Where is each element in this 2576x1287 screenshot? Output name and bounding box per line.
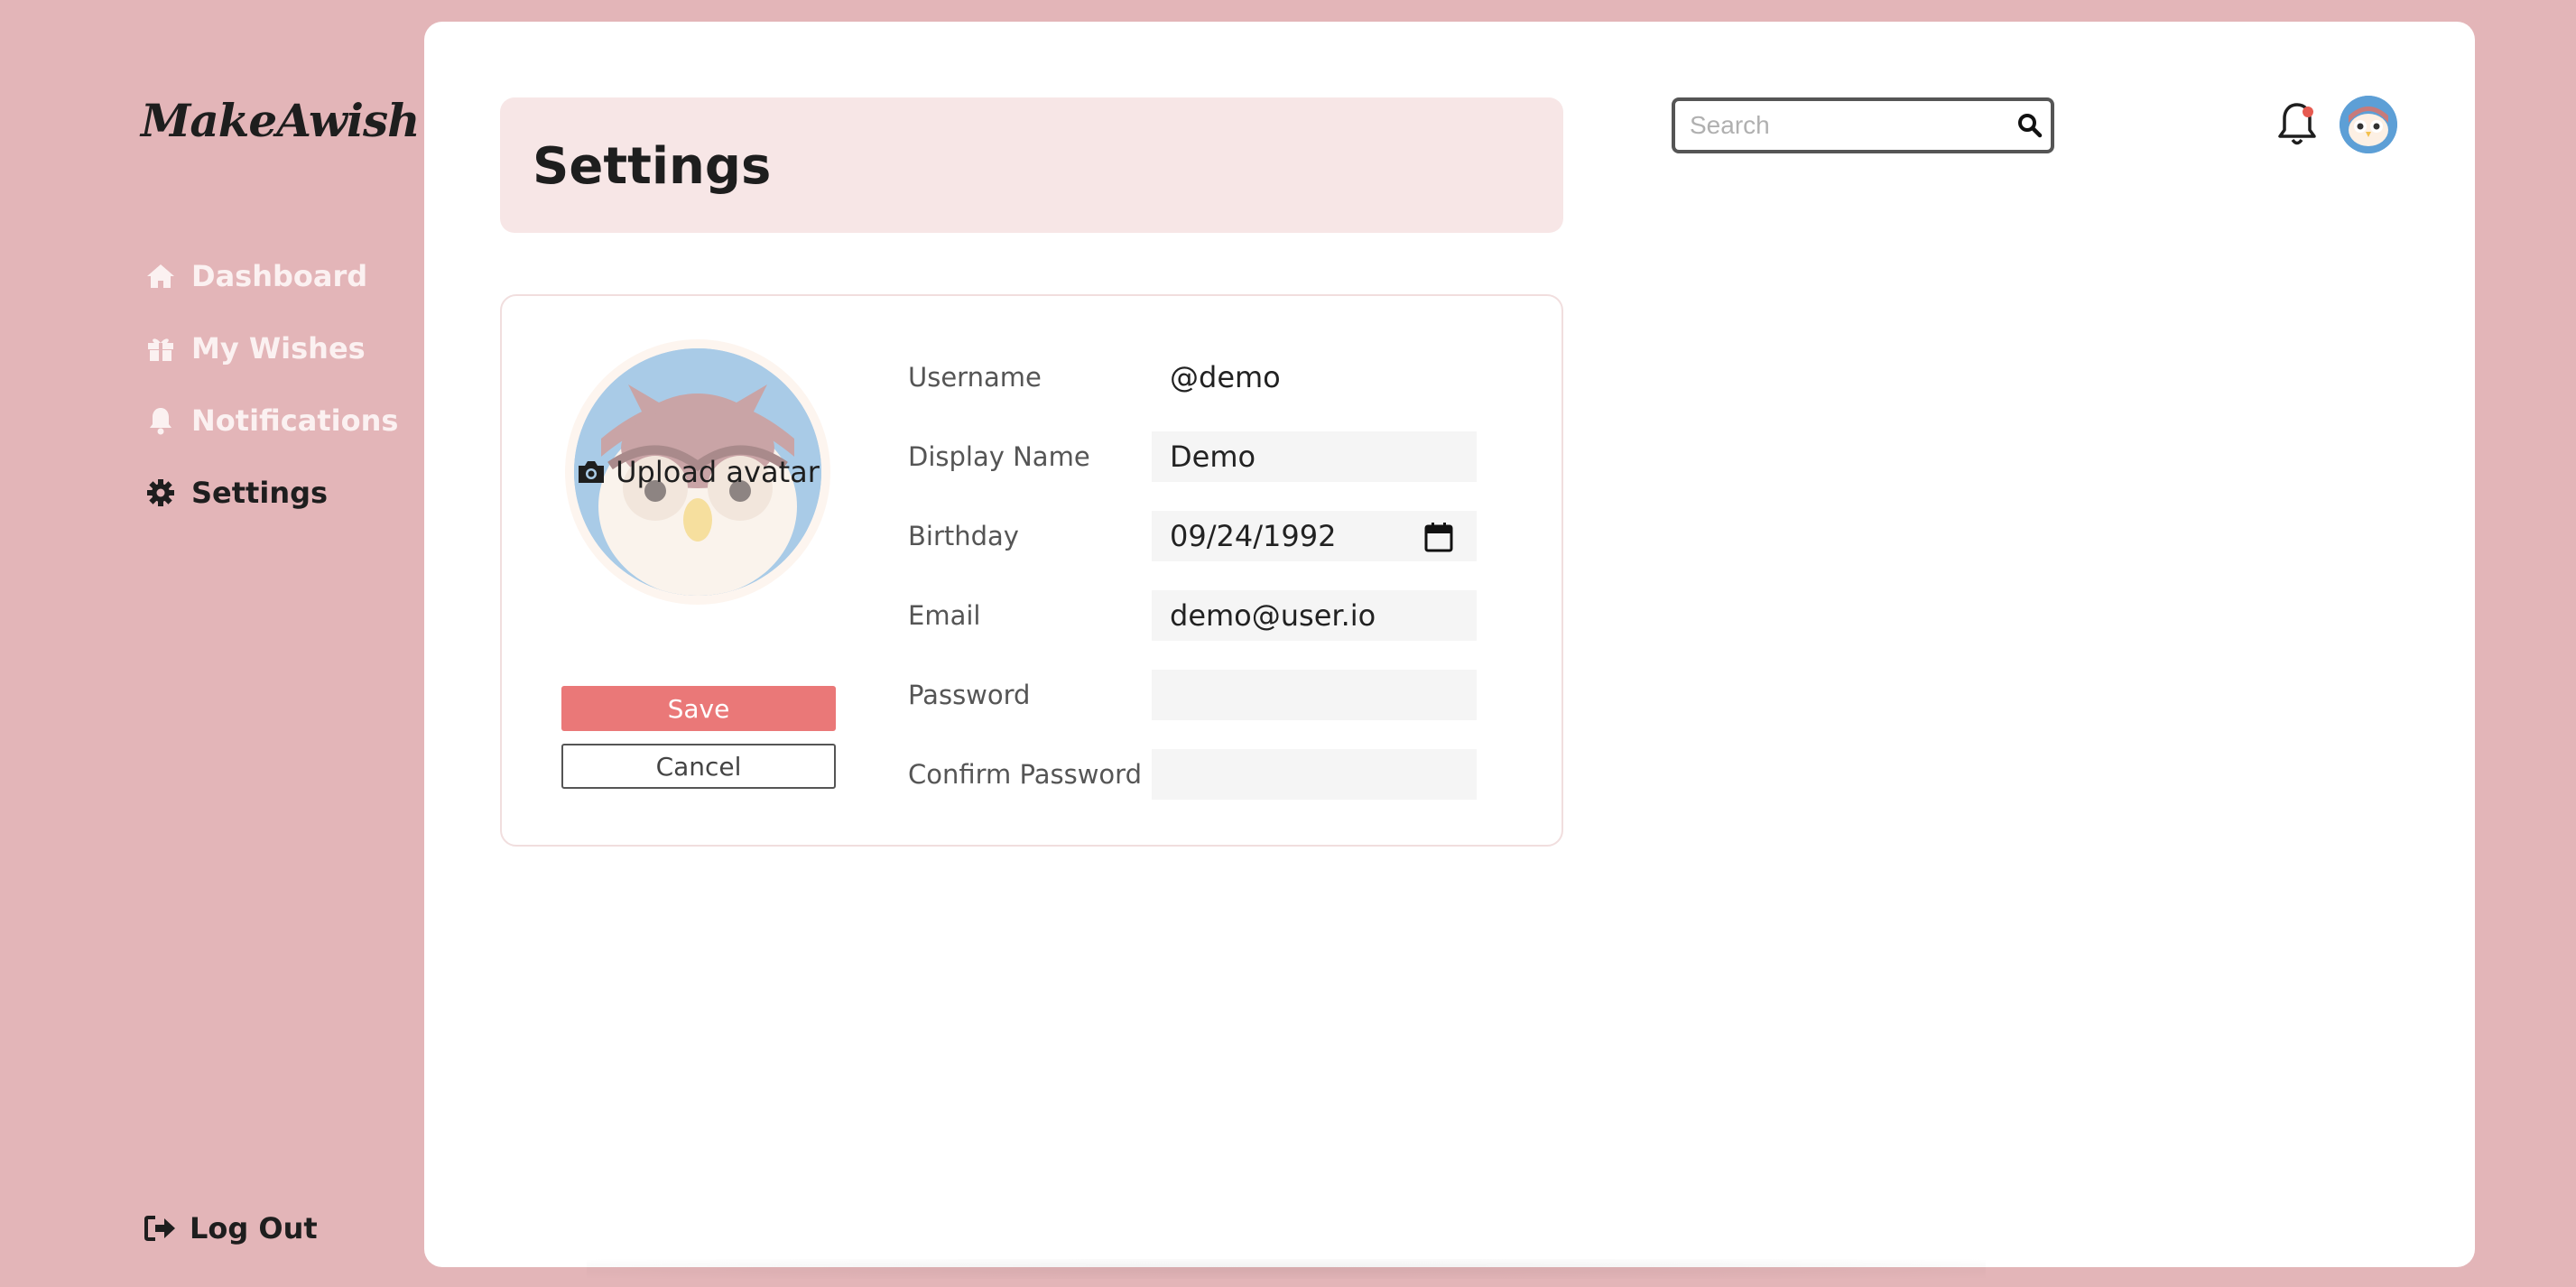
notification-dot — [2303, 106, 2313, 117]
birthday-label: Birthday — [908, 521, 1019, 551]
logout-button[interactable]: Log Out — [144, 1211, 318, 1245]
display-name-label: Display Name — [908, 441, 1090, 472]
username-row: Username @demo — [908, 351, 1486, 403]
email-row: Email — [908, 589, 1486, 642]
sidebar-nav: Dashboard My Wishes Notifications Settin… — [144, 256, 398, 545]
sidebar-item-my-wishes[interactable]: My Wishes — [144, 329, 398, 368]
upload-avatar-label: Upload avatar — [616, 455, 820, 489]
confirm-password-row: Confirm Password — [908, 748, 1486, 801]
profile-avatar: Upload avatar — [574, 348, 821, 596]
sidebar-item-label: Dashboard — [191, 259, 368, 293]
email-field[interactable] — [1152, 590, 1477, 641]
sign-out-icon — [144, 1212, 177, 1245]
username-label: Username — [908, 362, 1042, 393]
search-input[interactable] — [1675, 101, 2015, 150]
display-name-row: Display Name — [908, 431, 1486, 483]
search-box — [1672, 97, 2054, 153]
sidebar-item-dashboard[interactable]: Dashboard — [144, 256, 398, 296]
search-icon[interactable] — [2015, 113, 2043, 138]
upload-avatar-button[interactable]: Upload avatar — [574, 348, 821, 596]
user-avatar[interactable] — [2340, 96, 2397, 153]
birthday-field[interactable]: 09/24/1992 — [1152, 511, 1477, 561]
page-title: Settings — [533, 137, 772, 196]
notifications-bell-icon[interactable] — [2275, 99, 2320, 150]
page-header: Settings — [500, 97, 1563, 233]
password-field[interactable] — [1152, 670, 1477, 720]
calendar-icon[interactable] — [1424, 522, 1453, 560]
password-row: Password — [908, 669, 1486, 721]
birthday-row: Birthday 09/24/1992 — [908, 510, 1486, 562]
logout-label: Log Out — [190, 1211, 318, 1245]
profile-form-card: Upload avatar Save Cancel Username @demo… — [500, 294, 1563, 847]
sidebar-item-settings[interactable]: Settings — [144, 473, 398, 513]
sidebar-item-label: Settings — [191, 476, 329, 510]
sidebar-item-notifications[interactable]: Notifications — [144, 401, 398, 440]
confirm-password-label: Confirm Password — [908, 759, 1142, 790]
display-name-field[interactable] — [1152, 431, 1477, 482]
gear-icon — [144, 477, 177, 509]
panel-shadow — [587, 1259, 1986, 1279]
sidebar-item-label: My Wishes — [191, 331, 366, 366]
cancel-button[interactable]: Cancel — [561, 744, 836, 789]
confirm-password-field[interactable] — [1152, 749, 1477, 800]
save-button[interactable]: Save — [561, 686, 836, 731]
avatar-upload-area: Upload avatar — [565, 339, 830, 605]
password-label: Password — [908, 680, 1031, 710]
bell-icon — [144, 404, 177, 437]
sidebar-item-label: Notifications — [191, 403, 399, 438]
email-label: Email — [908, 600, 981, 631]
gift-icon — [144, 332, 177, 365]
main-panel: Settings Search Upload avatar Save Cance… — [424, 22, 2475, 1267]
camera-icon — [576, 458, 607, 486]
birthday-value: 09/24/1992 — [1170, 519, 1337, 553]
home-icon — [144, 260, 177, 292]
app-logo[interactable]: MakeAwish — [141, 94, 421, 147]
username-value: @demo — [1170, 360, 1281, 394]
